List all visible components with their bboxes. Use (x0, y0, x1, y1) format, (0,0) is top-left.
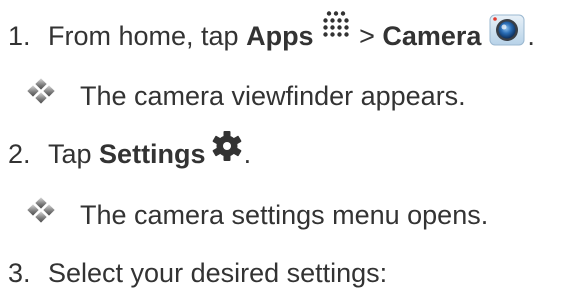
gear-icon (210, 129, 244, 163)
step-number: 3. (8, 258, 31, 288)
step-number: 1. (8, 20, 31, 51)
result-text: The camera settings menu opens. (80, 199, 489, 230)
separator: > (351, 20, 383, 51)
apps-grid-icon (320, 10, 352, 42)
step-2: 2. Tap Settings . (8, 131, 252, 171)
result-2: The camera settings menu opens. (27, 197, 489, 231)
camera-app-icon (487, 10, 527, 50)
step-number: 2. (8, 138, 31, 169)
result-1: The camera viewfinder appears. (27, 78, 466, 112)
step-3: 3. Select your desired settings: (8, 258, 387, 289)
step-1: 1. From home, tap Apps > Camera . (8, 11, 535, 56)
apps-label: Apps (246, 20, 314, 51)
step-text: Tap (48, 138, 100, 169)
step-end: . (527, 20, 535, 51)
step-text: From home, tap (48, 20, 247, 51)
result-text: The camera viewfinder appears. (80, 80, 466, 111)
camera-label: Camera (382, 20, 482, 51)
diamond-bullet-icon (27, 197, 80, 231)
step-text: Select your desired settings: (48, 258, 388, 288)
settings-label: Settings (99, 138, 206, 169)
step-end: . (243, 138, 252, 169)
diamond-bullet-icon (27, 78, 80, 112)
